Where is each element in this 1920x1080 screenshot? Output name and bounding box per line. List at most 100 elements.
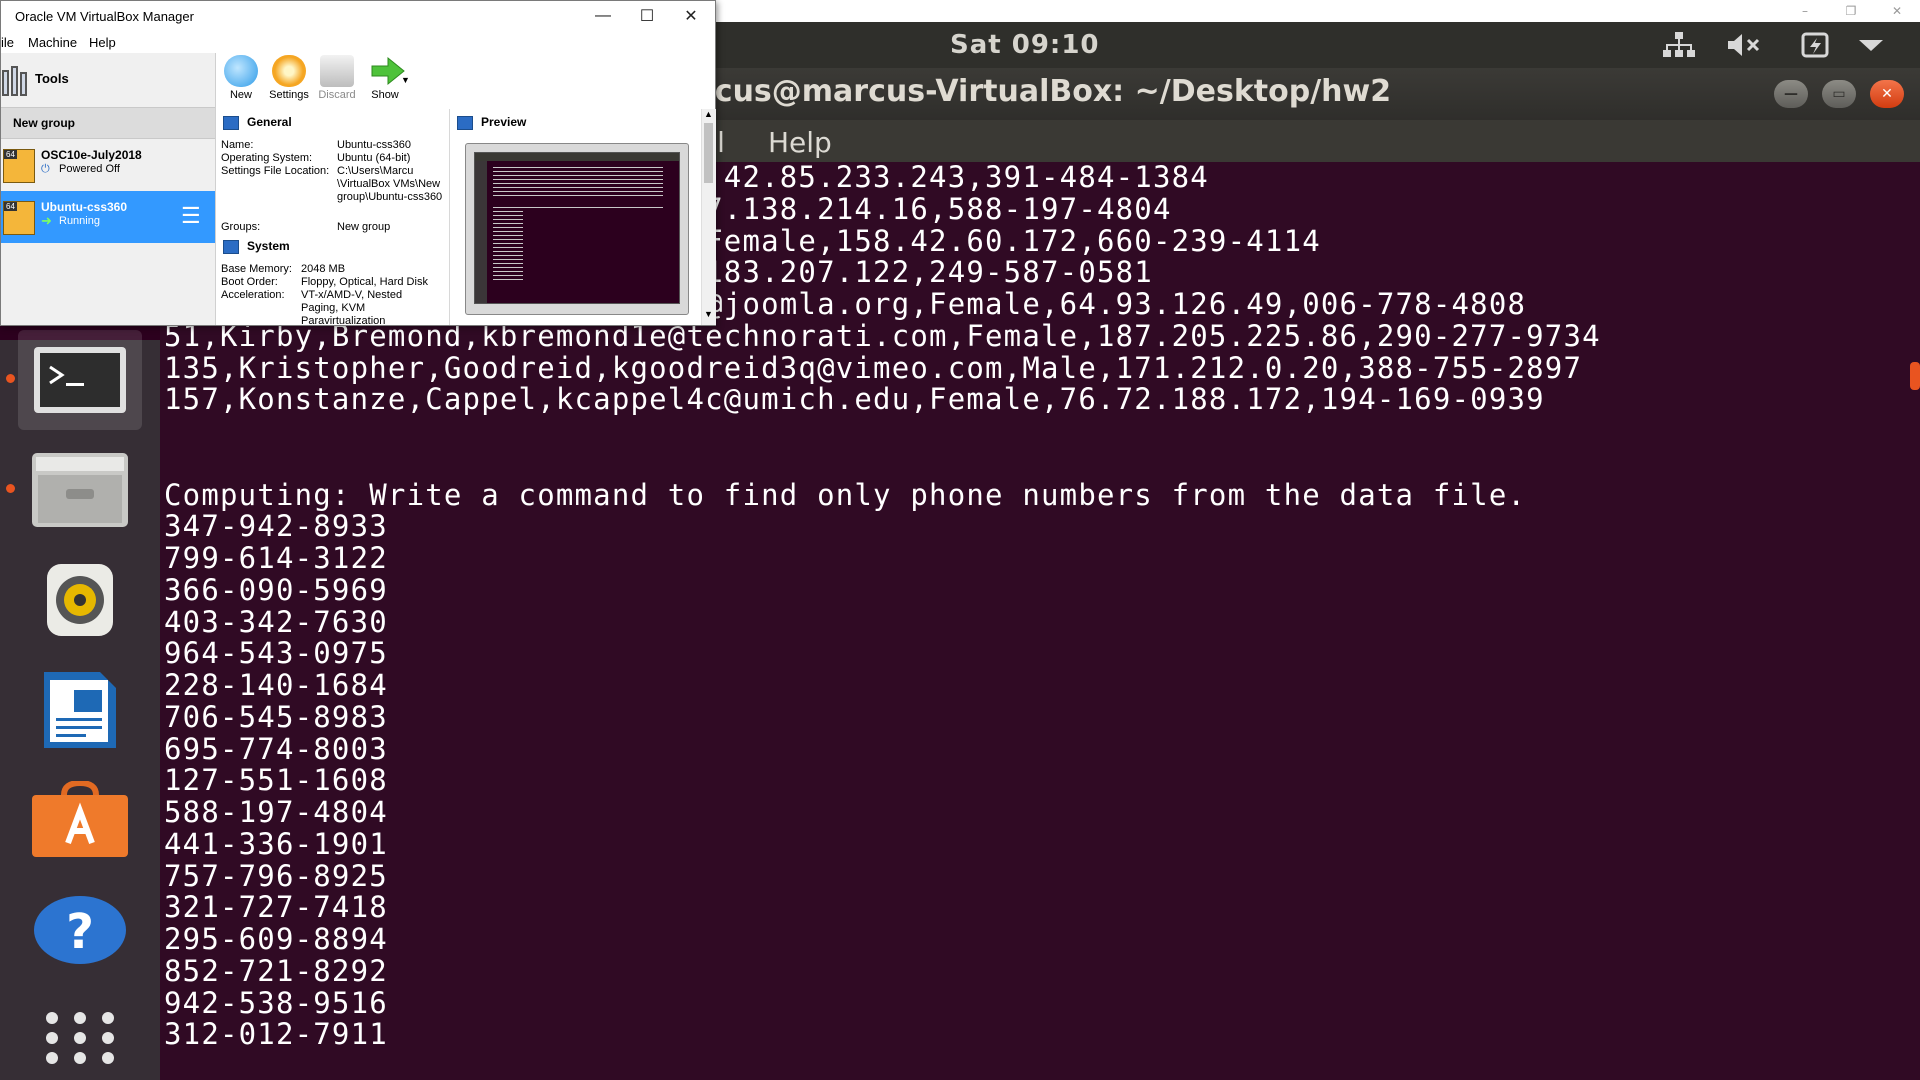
terminal-minimize-button[interactable]: — (1774, 80, 1808, 108)
software-center-icon[interactable] (18, 770, 142, 870)
running-indicator (6, 374, 15, 383)
tools-label: Tools (35, 71, 69, 86)
system-section-header[interactable]: System (223, 239, 290, 254)
terminal-line: Computing: Write a command to find only … (164, 477, 1527, 512)
detail-value: VT-x/AMD-V, Nested Paging, KVM Paravirtu… (301, 289, 403, 325)
terminal-line: 403-342-7630 (164, 604, 388, 639)
terminal-line: 157,Konstanze,Cappel,kcappel4c@umich.edu… (164, 382, 1545, 417)
ubuntu-vm-icon: 64 (3, 201, 35, 235)
menu-file[interactable]: ile (1, 35, 14, 50)
terminal-line: 127-551-1608 (164, 763, 388, 798)
terminal-line: 757-796-8925 (164, 858, 388, 893)
terminal-line: 441-336-1901 (164, 826, 388, 861)
terminal-title: rcus@marcus-VirtualBox: ~/Desktop/hw2 (700, 74, 1392, 109)
vm-status: Powered Off (59, 163, 120, 175)
terminal-menu-help[interactable]: Help (768, 126, 832, 159)
terminal-maximize-button[interactable]: ▭ (1822, 80, 1856, 108)
network-icon[interactable] (1660, 30, 1698, 60)
maximize-icon: ▭ (1832, 86, 1846, 102)
host-minimize-button[interactable]: – (1782, 4, 1828, 18)
settings-button[interactable]: Settings (265, 55, 313, 107)
detail-key: Settings File Location: (221, 165, 330, 177)
powered-off-icon: ⏻ (41, 163, 50, 175)
machine-list-pane: Tools New group 64 OSC10e-July2018 ⏻ Pow… (1, 53, 216, 325)
detail-key: Boot Order: (221, 276, 278, 288)
virtualbox-manager-window: Oracle VM VirtualBox Manager — ☐ ✕ ile M… (0, 0, 716, 326)
settings-label: Settings (269, 89, 309, 101)
group-label: New group (13, 116, 75, 130)
new-icon (224, 55, 258, 87)
terminal-line: 321-727-7418 (164, 890, 388, 925)
help-icon[interactable]: ? (18, 880, 142, 980)
new-button[interactable]: New (217, 55, 265, 107)
terminal-close-button[interactable]: ✕ (1870, 80, 1904, 108)
detail-value: Ubuntu-css360 (337, 139, 411, 151)
minimize-icon: — (595, 7, 611, 24)
scroll-up-icon[interactable]: ▲ (704, 109, 713, 119)
vm-details-menu-icon[interactable]: ☰ (181, 203, 201, 229)
terminal-line: 695-774-8003 (164, 731, 388, 766)
terminal-line: 942-538-9516 (164, 985, 388, 1020)
terminal-line: 347-942-8933 (164, 509, 388, 544)
system-menu-icon[interactable] (1852, 30, 1890, 60)
vm-name: Ubuntu-css360 (41, 200, 128, 214)
preview-screen (474, 152, 680, 304)
preview-pane: Preview (449, 109, 703, 325)
general-section-header[interactable]: General (223, 115, 292, 130)
preview-header-label: Preview (481, 115, 527, 129)
vm-list-item[interactable]: 64 OSC10e-July2018 ⏻ Powered Off (1, 139, 215, 191)
detail-value: 2048 MB (301, 263, 346, 275)
window-title: Oracle VM VirtualBox Manager (15, 9, 194, 24)
detail-key: Acceleration: (221, 289, 285, 301)
discard-label: Discard (318, 89, 356, 101)
files-icon[interactable] (18, 440, 142, 540)
general-header-label: General (247, 115, 292, 129)
close-icon: ✕ (1881, 86, 1893, 102)
host-restore-button[interactable]: ❐ (1828, 4, 1874, 18)
general-icon (223, 115, 239, 130)
clock[interactable]: Sat 09:10 (950, 30, 1100, 60)
group-item[interactable]: New group (1, 107, 215, 139)
detail-key: Operating System: (221, 152, 313, 164)
battery-icon[interactable] (1797, 30, 1835, 60)
tools-item[interactable]: Tools (1, 53, 215, 107)
preview-thumbnail (465, 143, 689, 315)
details-scrollbar[interactable]: ▲ ▼ (701, 109, 716, 325)
vm-list-item-selected[interactable]: 64 Ubuntu-css360 ➜ Running ☰ (1, 191, 215, 243)
menu-machine[interactable]: Machine (28, 35, 77, 50)
detail-key: Name: (221, 139, 254, 151)
terminal-line: 588-197-4804 (164, 795, 388, 829)
detail-key: Base Memory: (221, 263, 292, 275)
preview-icon (457, 115, 473, 130)
system-header-label: System (247, 239, 290, 253)
system-icon (223, 239, 239, 254)
rhythmbox-icon[interactable] (18, 550, 142, 650)
terminal-line: 799-614-3122 (164, 541, 388, 575)
tools-icon (2, 66, 27, 96)
libreoffice-impress-icon[interactable] (18, 660, 142, 760)
host-window-controls: – ❐ ✕ (1750, 0, 1920, 22)
scroll-down-icon[interactable]: ▼ (704, 309, 713, 319)
terminal-scrollbar[interactable] (1910, 362, 1920, 390)
show-dropdown-icon[interactable]: ▼ (401, 75, 410, 85)
minimize-button[interactable]: — (581, 3, 625, 29)
scroll-thumb[interactable] (704, 123, 713, 183)
maximize-button[interactable]: ☐ (625, 3, 669, 29)
terminal-line: 706-545-8983 (164, 699, 388, 734)
terminal-line: 312-012-7911 (164, 1017, 388, 1052)
settings-gear-icon (272, 55, 306, 87)
discard-button[interactable]: Discard (313, 55, 361, 107)
terminal-line: 366-090-5969 (164, 572, 388, 607)
volume-muted-icon[interactable] (1725, 30, 1763, 60)
menu-help[interactable]: Help (89, 35, 116, 50)
close-button[interactable]: ✕ (669, 3, 713, 29)
minimize-icon: — (1784, 86, 1798, 102)
terminal-line: 964-543-0975 (164, 636, 388, 671)
menubar: ile Machine Help (1, 33, 715, 53)
close-icon: ✕ (684, 8, 698, 25)
preview-section-header[interactable]: Preview (457, 115, 526, 130)
show-apps-icon[interactable] (18, 988, 142, 1080)
terminal-icon[interactable] (18, 330, 142, 430)
host-close-button[interactable]: ✕ (1874, 4, 1920, 18)
